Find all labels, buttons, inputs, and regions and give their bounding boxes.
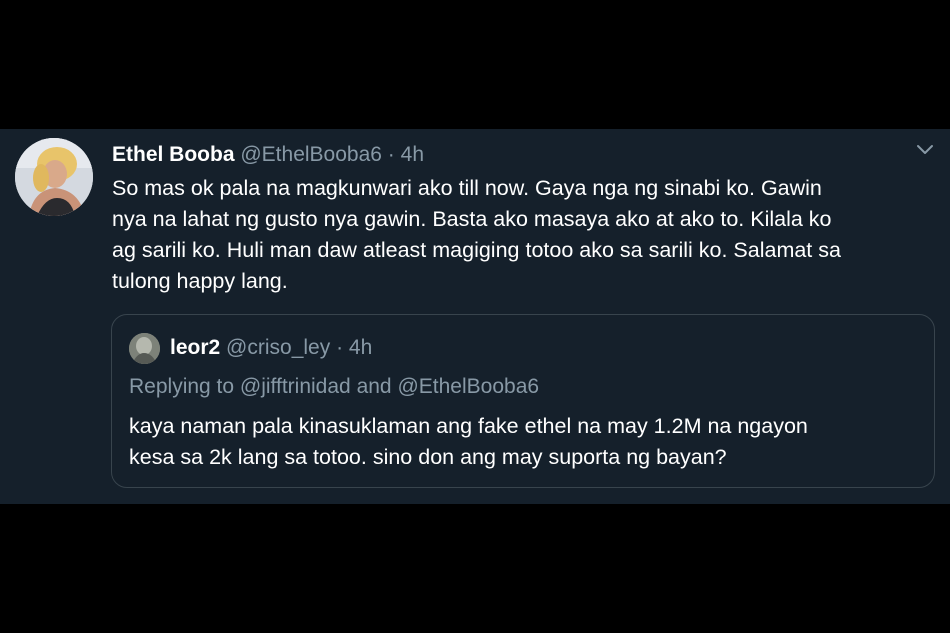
quoted-tweet[interactable]: leor2 @criso_ley · 4h Replying to @jifft… <box>111 314 935 488</box>
quote-display-name[interactable]: leor2 <box>170 336 220 359</box>
tweet-card[interactable]: Ethel Booba @EthelBooba6 · 4h So mas ok … <box>0 129 950 504</box>
chevron-down-icon[interactable] <box>915 143 935 157</box>
quote-avatar[interactable] <box>129 333 160 364</box>
quote-text-line: kesa sa 2k lang sa totoo. sino don ang m… <box>129 445 727 469</box>
avatar-image <box>15 138 93 216</box>
tweet-text-line: tulong happy lang. <box>112 269 288 293</box>
tweet-text-line: nya na lahat ng gusto nya gawin. Basta a… <box>112 207 832 231</box>
tweet-text: So mas ok pala na magkunwari ako till no… <box>112 173 942 297</box>
replying-to: Replying to @jifftrinidad and @EthelBoob… <box>129 373 539 401</box>
mention-link[interactable]: @EthelBooba6 <box>397 375 539 398</box>
user-handle[interactable]: @EthelBooba6 <box>240 143 382 166</box>
replying-prefix: Replying to <box>129 375 235 398</box>
tweet-text-line: ag sarili ko. Huli man daw atleast magig… <box>112 238 841 262</box>
quote-timestamp[interactable]: 4h <box>349 336 372 359</box>
display-name[interactable]: Ethel Booba <box>112 143 235 166</box>
quote-user-handle[interactable]: @criso_ley <box>226 336 330 359</box>
mention-link[interactable]: @jifftrinidad <box>240 375 351 398</box>
tweet-header: Ethel Booba @EthelBooba6 · 4h <box>112 141 424 169</box>
quote-header: leor2 @criso_ley · 4h <box>170 334 372 362</box>
quote-text-line: kaya naman pala kinasuklaman ang fake et… <box>129 414 808 438</box>
avatar[interactable] <box>15 138 93 216</box>
separator-dot: · <box>387 143 395 166</box>
screenshot-frame: Ethel Booba @EthelBooba6 · 4h So mas ok … <box>0 0 950 633</box>
timestamp[interactable]: 4h <box>401 143 424 166</box>
quote-text: kaya naman pala kinasuklaman ang fake et… <box>129 411 929 473</box>
quote-avatar-image <box>129 333 160 364</box>
quote-separator-dot: · <box>336 336 344 359</box>
tweet-text-line: So mas ok pala na magkunwari ako till no… <box>112 176 822 200</box>
replying-and: and <box>356 375 392 398</box>
